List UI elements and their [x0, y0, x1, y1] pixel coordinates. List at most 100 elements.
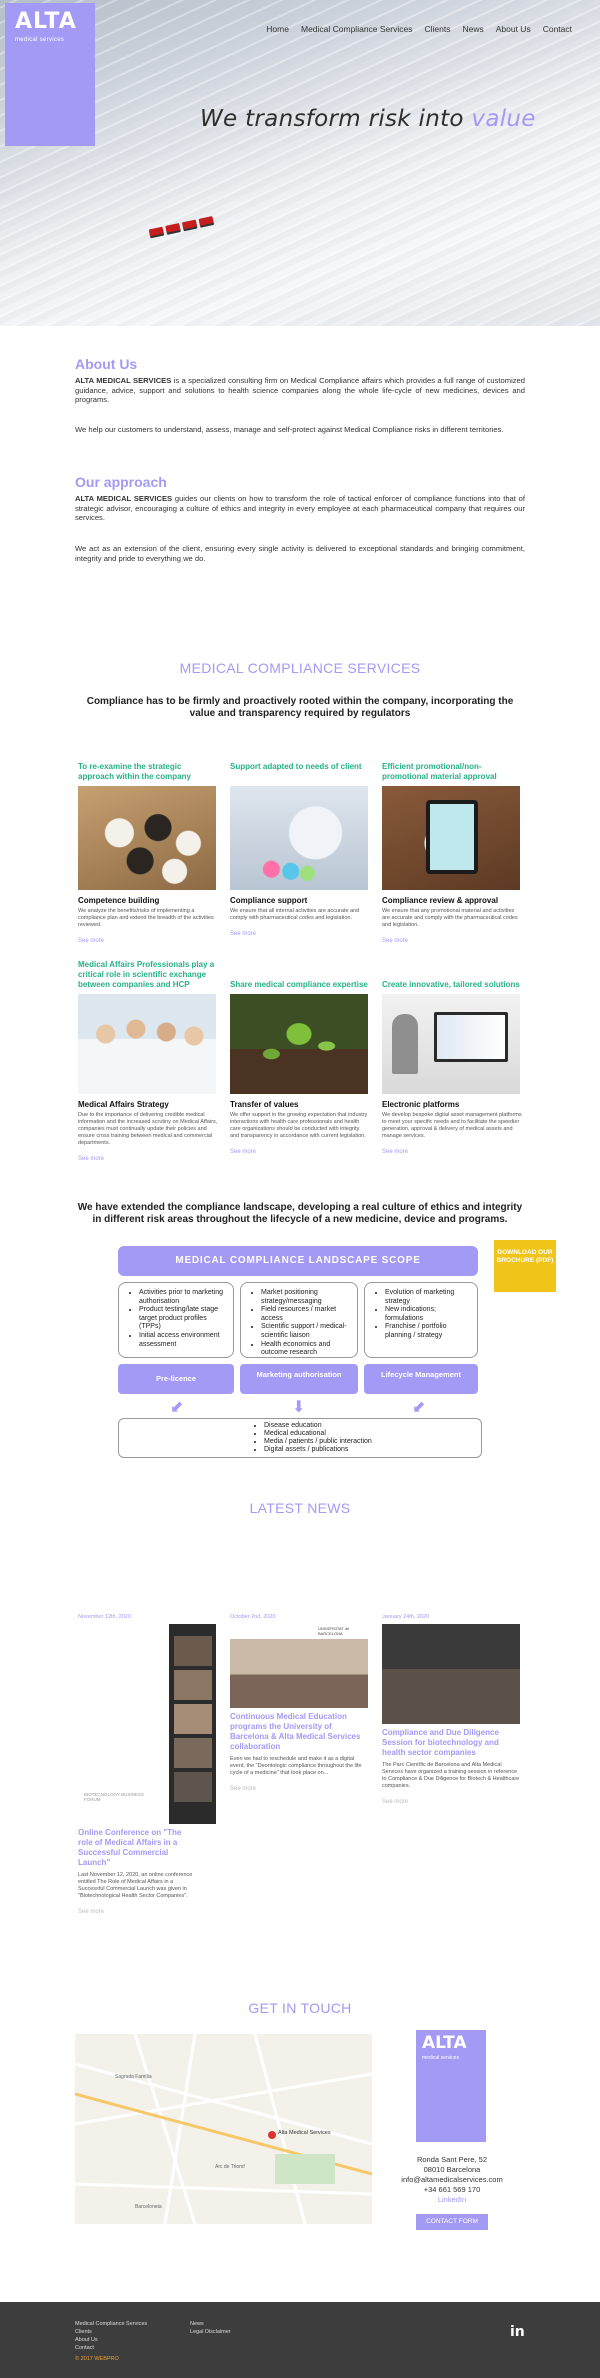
main-nav: Home Medical Compliance Services Clients…: [266, 24, 572, 34]
contact-logo-tagline: medical services: [422, 2055, 459, 2061]
about-paragraph-2: We help our customers to understand, ass…: [75, 425, 504, 434]
map-streets: [75, 2034, 372, 2224]
footer: Medical Compliance Services Clients Abou…: [0, 2302, 600, 2378]
see-more-link[interactable]: See more: [230, 931, 256, 937]
arrow-down-icon: ⬋: [170, 1399, 184, 1416]
news-item: January 24th, 2020 Compliance and Due Di…: [382, 1614, 520, 1808]
news-item: November 12th, 2020 BIOTECNOLOGY BUSINES…: [78, 1614, 216, 1918]
linkedin-icon[interactable]: in: [510, 2324, 525, 2340]
video-tile: [174, 1772, 212, 1802]
scope-item: Initial access environment assessment: [139, 1332, 227, 1349]
laptop-screen: [437, 1015, 505, 1059]
see-more-link[interactable]: See more: [78, 938, 104, 944]
service-card: Create innovative, tailored solutions El…: [382, 980, 522, 1158]
scope-column-marketing: Market positioning strategy/messaging Fi…: [240, 1282, 358, 1358]
phone-number: +34 661 569 170: [423, 2185, 481, 2194]
email-link[interactable]: info@altamedicalservices.com: [401, 2175, 502, 2184]
scope-item: Field resources / market access: [261, 1306, 351, 1323]
see-more-link[interactable]: See more: [230, 1149, 256, 1155]
online-conference-image[interactable]: BIOTECNOLOGY BUSINESS FORUM: [78, 1624, 216, 1824]
classroom-image[interactable]: UNIVERSITAT de BARCELONA: [230, 1624, 368, 1708]
see-more-link[interactable]: See more: [78, 1156, 104, 1162]
service-card-desc: We analyze the benefits/risks of impleme…: [78, 908, 214, 928]
service-card-desc: We ensure that all internal activities a…: [230, 908, 360, 921]
contact-logo-name: ALTA: [422, 2033, 467, 2053]
service-card-tag: To re-examine the strategic approach wit…: [78, 762, 191, 781]
service-card-name: Compliance support: [230, 896, 308, 905]
logo-name: ALTA: [15, 9, 77, 34]
prelicence-button[interactable]: Pre-licence: [118, 1364, 234, 1394]
lab-scientist-image: [230, 786, 368, 890]
service-card-tag: Efficient promotional/non-promotional ma…: [382, 762, 497, 781]
nav-clients[interactable]: Clients: [424, 24, 450, 34]
service-card-name: Compliance review & approval: [382, 896, 499, 905]
location-map[interactable]: Alta Medical Services Sagrada Família Ar…: [75, 2034, 372, 2224]
site-logo[interactable]: ALTA medical services: [5, 3, 95, 146]
map-pin-label: Alta Medical Services: [278, 2130, 331, 2136]
map-label: Arc de Triomf: [215, 2164, 245, 2170]
lifecycle-label: Lifecycle Management: [380, 1370, 462, 1379]
scope-item: New indications; formulations: [385, 1306, 471, 1323]
about-company-name: ALTA MEDICAL SERVICES: [75, 376, 172, 385]
scope-item: Health economics and outcome research: [261, 1341, 351, 1358]
service-card-tag: Create innovative, tailored solutions: [382, 980, 520, 989]
nav-contact[interactable]: Contact: [543, 24, 572, 34]
services-lead: Compliance has to be firmly and proactiv…: [86, 696, 514, 719]
conference-hall-image[interactable]: [382, 1624, 520, 1724]
news-date: October 2nd, 2020: [230, 1614, 276, 1620]
service-card-desc: We ensure that any promotional material …: [382, 908, 518, 928]
service-card: Efficient promotional/non-promotional ma…: [382, 762, 522, 947]
service-card: Share medical compliance expertise Trans…: [230, 980, 370, 1158]
see-more-link[interactable]: See more: [230, 1786, 256, 1792]
see-more-link[interactable]: See more: [382, 938, 408, 944]
about-title: About Us: [75, 356, 138, 372]
news-date: January 24th, 2020: [382, 1614, 430, 1620]
footer-link[interactable]: Clients: [75, 2328, 147, 2336]
linkedin-link[interactable]: LinkedIn: [438, 2195, 466, 2204]
service-card-desc: Due to the importance of delivering cred…: [78, 1112, 218, 1146]
nav-services[interactable]: Medical Compliance Services: [301, 24, 413, 34]
scope-item: Market positioning strategy/messaging: [261, 1289, 351, 1306]
tablet-shape: [426, 800, 478, 874]
see-more-link[interactable]: See more: [382, 1149, 408, 1155]
prelicence-label: Pre-licence: [155, 1374, 197, 1383]
scope-item: Media / patients / public interaction: [264, 1438, 481, 1446]
service-card: Medical Affairs Professionals play a cri…: [78, 960, 218, 1165]
scope-item: Activities prior to marketing authorisat…: [139, 1289, 227, 1306]
nav-about[interactable]: About Us: [496, 24, 531, 34]
map-label: Sagrada Família: [115, 2074, 152, 2080]
logo-tagline: medical services: [15, 37, 65, 43]
news-title-link[interactable]: Continuous Medical Education programs th…: [230, 1712, 368, 1752]
see-more-link[interactable]: See more: [78, 1909, 104, 1915]
see-more-link[interactable]: See more: [382, 1799, 408, 1805]
news-title-link[interactable]: Compliance and Due Diligence Session for…: [382, 1728, 520, 1758]
marketing-authorisation-button[interactable]: Marketing authorisation: [240, 1364, 358, 1394]
nav-news[interactable]: News: [462, 24, 483, 34]
contact-form-button[interactable]: CONTACT FORM: [416, 2214, 488, 2230]
news-desc: Even we had to reschedule and make it as…: [230, 1756, 362, 1776]
approach-paragraph-2: We act as an extension of the client, en…: [75, 544, 525, 563]
hero-title: We transform risk into value: [200, 106, 560, 132]
lifecycle-management-button[interactable]: Lifecycle Management: [364, 1364, 478, 1394]
footer-link[interactable]: About Us: [75, 2336, 147, 2344]
copyright: © 2017 WEBPRO: [75, 2356, 119, 2362]
forum-logo: BIOTECNOLOGY BUSINESS FORUM: [84, 1792, 144, 1802]
news-desc: The Parc Científic de Barcelona and Alta…: [382, 1762, 520, 1789]
news-title-link[interactable]: Online Conference on "The role of Medica…: [78, 1828, 196, 1868]
news-item: October 2nd, 2020 UNIVERSITAT de BARCELO…: [230, 1614, 368, 1795]
video-tile: [174, 1704, 212, 1734]
footer-link[interactable]: Legal Disclaimer: [190, 2328, 231, 2336]
download-brochure-button[interactable]: DOWNLOAD OUR BROCHURE (PDF): [494, 1240, 556, 1292]
scope-column-prelicence: Activities prior to marketing authorisat…: [118, 1282, 234, 1358]
service-card-desc: We develop bespoke digital asset managem…: [382, 1112, 522, 1139]
service-card: To re-examine the strategic approach wit…: [78, 762, 218, 947]
service-card-desc: We offer support in the growing expectat…: [230, 1112, 368, 1139]
footer-link[interactable]: Contact: [75, 2344, 147, 2352]
scope-item: Evolution of marketing strategy: [385, 1289, 471, 1306]
footer-link[interactable]: Medical Compliance Services: [75, 2320, 147, 2328]
address-line: Ronda Sant Pere, 52: [416, 2155, 488, 2164]
footer-link[interactable]: News: [190, 2320, 231, 2328]
service-card-name: Medical Affairs Strategy: [78, 1100, 169, 1109]
arrow-down-icon: ⬋: [412, 1399, 426, 1416]
nav-home[interactable]: Home: [266, 24, 289, 34]
